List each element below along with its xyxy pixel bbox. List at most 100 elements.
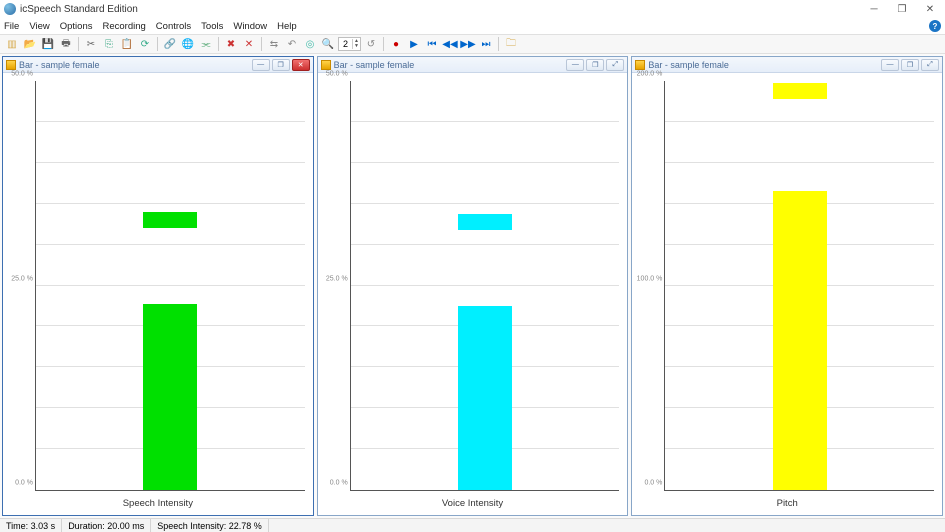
toolbar-separator [261,37,262,51]
open-icon[interactable]: 📂 [22,36,38,52]
panel-title: Bar - sample female [19,60,249,70]
chart-area: 0.0 %100.0 %200.0 %Pitch [632,73,942,515]
play-icon[interactable]: ▶ [406,36,422,52]
status-time: Time: 3.03 s [0,519,62,532]
folder-icon[interactable]: 🗀 [503,36,519,52]
panel-title-bar: Bar - sample female—❐✕ [3,57,313,73]
undo-arrow-icon[interactable]: ↶ [284,36,300,52]
toolbar-separator [218,37,219,51]
target-marker [458,214,512,230]
data-bar [143,304,197,491]
toolbar-separator [498,37,499,51]
x-axis-label: Pitch [632,498,942,509]
y-tick-label: 50.0 % [11,71,36,78]
record-icon[interactable]: ● [388,36,404,52]
panel-close-button[interactable]: ✕ [292,59,310,71]
gridline [351,162,620,163]
chart-box: 0.0 %100.0 %200.0 % [664,81,934,491]
toolbar-separator [157,37,158,51]
panel-title-bar: Bar - sample female—❐⤢ [632,57,942,73]
target-marker [773,83,827,99]
y-tick-label: 50.0 % [326,71,351,78]
help-icon[interactable]: ? [929,20,941,32]
maximize-button[interactable]: ❐ [895,2,909,16]
chart-area: 0.0 %25.0 %50.0 % Speech Intensity [3,73,313,515]
data-bar [773,191,827,490]
print-icon[interactable]: 🖶 [58,36,74,52]
zoom-icon[interactable]: 🔍 [320,36,336,52]
rewind-icon[interactable]: ◀◀ [442,36,458,52]
minimize-button[interactable]: ─ [867,2,881,16]
panel-minimize-button[interactable]: — [252,59,270,71]
delete-icon[interactable]: ✖ [223,36,239,52]
panel-close-button[interactable]: ⤢ [606,59,624,71]
gridline [36,285,305,286]
gridline [351,121,620,122]
y-tick-label: 100.0 % [637,275,666,282]
chart-area: 0.0 % 25.0 % 50.0 % Voice Intensity [318,73,628,515]
status-intensity: Speech Intensity: 22.78 % [151,519,269,532]
paste-icon[interactable]: 📋 [119,36,135,52]
chart-panel: Bar - sample female—❐⤢0.0 %100.0 %200.0 … [631,56,943,516]
menu-bar: File View Options Recording Controls Too… [0,18,945,34]
title-bar: icSpeech Standard Edition ─ ❐ ✕ [0,0,945,18]
gridline [36,244,305,245]
gridline [36,203,305,204]
panel-maximize-button[interactable]: ❐ [586,59,604,71]
zoom-spinner[interactable]: 2 ▲▼ [338,37,361,51]
y-tick-label: 25.0 % [326,275,351,282]
x-axis-label: Speech Intensity [3,498,313,509]
workspace: Bar - sample female—❐✕0.0 %25.0 %50.0 %S… [0,54,945,518]
copy-icon[interactable]: ⎘ [101,36,117,52]
panel-icon [635,60,645,70]
panel-minimize-button[interactable]: — [566,59,584,71]
data-bar [458,306,512,490]
close-button[interactable]: ✕ [923,2,937,16]
panel-minimize-button[interactable]: — [881,59,899,71]
swap-icon[interactable]: ⇆ [266,36,282,52]
chart-panel: Bar - sample female—❐✕ 0.0 %25.0 %50.0 % S… [2,56,314,516]
status-bar: Time: 3.03 s Duration: 20.00 ms Speech I… [0,518,945,532]
link-icon[interactable]: 🔗 [162,36,178,52]
redx-icon[interactable]: ✕ [241,36,257,52]
chain-icon[interactable]: ⫘ [198,36,214,52]
menu-file[interactable]: File [4,21,19,32]
status-duration: Duration: 20.00 ms [62,519,151,532]
menu-help[interactable]: Help [277,21,297,32]
y-tick-label: 0.0 % [644,480,665,487]
panel-close-button[interactable]: ⤢ [921,59,939,71]
panel-maximize-button[interactable]: ❐ [901,59,919,71]
menu-tools[interactable]: Tools [201,21,223,32]
menu-controls[interactable]: Controls [156,21,191,32]
save-icon[interactable]: 💾 [40,36,56,52]
panel-icon [321,60,331,70]
globe-icon[interactable]: 🌐 [180,36,196,52]
target-icon[interactable]: ◎ [302,36,318,52]
panel-maximize-button[interactable]: ❐ [272,59,290,71]
panel-title-bar: Bar - sample female—❐⤢ [318,57,628,73]
gridline [665,162,934,163]
y-tick-label: 0.0 % [15,480,36,487]
gridline [665,121,934,122]
window-title: icSpeech Standard Edition [20,4,867,15]
y-tick-label: 200.0 % [637,71,666,78]
refresh-icon[interactable]: ⟳ [137,36,153,52]
chart-box: 0.0 %25.0 %50.0 % [35,81,305,491]
gridline [36,162,305,163]
x-axis-label: Voice Intensity [318,498,628,509]
toolbar-separator [78,37,79,51]
menu-view[interactable]: View [29,21,49,32]
skip-start-icon[interactable]: ⏮ [424,36,440,52]
menu-window[interactable]: Window [233,21,267,32]
menu-options[interactable]: Options [60,21,93,32]
skip-end-icon[interactable]: ⏭ [478,36,494,52]
gridline [351,203,620,204]
zoom-value: 2 [339,39,352,49]
chart-panel: Bar - sample female—❐⤢ 0.0 % 25.0 % 50.0 % V… [317,56,629,516]
y-tick-label: 0.0 % [330,480,351,487]
new-icon[interactable]: ▥ [4,36,20,52]
forward-icon[interactable]: ▶▶ [460,36,476,52]
cut-icon[interactable]: ✂ [83,36,99,52]
menu-recording[interactable]: Recording [102,21,145,32]
undo-icon[interactable]: ↺ [363,36,379,52]
